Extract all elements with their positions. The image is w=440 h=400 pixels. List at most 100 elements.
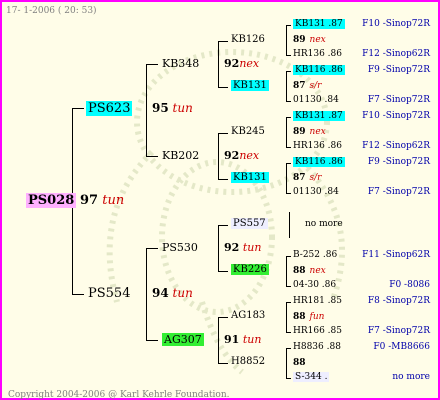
g4-id: H8836 .88 <box>293 342 341 352</box>
g4-tag: nex <box>309 127 326 137</box>
g4-origin: F8 -Sinop72R <box>367 296 430 306</box>
gp-num: 92 <box>224 149 240 162</box>
g4-origin: F11 -Sinop62R <box>362 250 430 260</box>
dam-num: 94 <box>152 286 169 300</box>
g4-node[interactable]: 87 s/r <box>293 81 321 91</box>
gp-id: PS530 <box>162 241 198 254</box>
g4-origin: F10 -Sinop72R <box>362 111 430 121</box>
connector <box>218 41 228 42</box>
ggp-node[interactable]: KB131 <box>231 172 269 183</box>
connector <box>218 317 228 318</box>
root-node[interactable]: PS028 <box>26 193 77 208</box>
g4-tag: s/r <box>309 173 322 183</box>
g4-node[interactable]: 88 <box>293 358 306 368</box>
sire-num: 95 <box>152 101 169 115</box>
sire-tag: tun <box>172 101 193 115</box>
g4-node[interactable]: 89 nex <box>293 127 326 137</box>
g4-node[interactable]: KB131 .87 <box>293 111 345 121</box>
g4-origin: F12 -Sinop62R <box>362 141 430 151</box>
gp-score: 92nex <box>224 57 259 70</box>
connector <box>218 225 219 271</box>
connector <box>286 25 287 55</box>
ggp-node[interactable]: AG183 <box>231 310 265 321</box>
g4-node[interactable]: 88 fun <box>293 312 324 322</box>
gp-node[interactable]: KB348 <box>162 57 199 70</box>
ggp-node[interactable]: KB245 <box>231 126 265 137</box>
g4-tag: fun <box>309 312 325 322</box>
gp-tag: tun <box>242 241 262 254</box>
g4-id: KB116 .86 <box>293 65 345 75</box>
gp-num: 92 <box>224 57 240 70</box>
g4-id: 04-30 .86 <box>293 280 337 290</box>
g4-node[interactable]: 01130 .84 <box>293 95 339 105</box>
g4-id: KB116 .86 <box>293 157 345 167</box>
gp-score: 92nex <box>224 149 259 162</box>
g4-node[interactable]: 88 nex <box>293 266 326 276</box>
g4-node[interactable]: HR166 .85 <box>293 326 342 336</box>
g4-id: no more <box>305 219 343 229</box>
g4-node[interactable]: 89 nex <box>293 35 326 45</box>
g4-node[interactable]: KB131 .87 <box>293 19 345 29</box>
g4-node[interactable]: H8836 .88 <box>293 342 341 352</box>
connector <box>286 348 291 349</box>
connector <box>146 156 158 157</box>
g4-id: KB131 .87 <box>293 111 345 121</box>
connector <box>286 193 291 194</box>
g4-node[interactable]: HR181 .85 <box>293 296 342 306</box>
g4-id: B-252 .86 <box>293 250 338 260</box>
connector <box>72 294 84 295</box>
connector <box>286 163 291 164</box>
gp-tag: nex <box>239 57 260 70</box>
gp-node[interactable]: PS530 <box>162 241 198 254</box>
g4-id: HR136 .86 <box>293 141 342 151</box>
ggp-id: KB126 <box>231 34 265 45</box>
g4-origin: F0 -MB8666 <box>373 342 430 352</box>
ggp-node[interactable]: KB131 <box>231 80 269 91</box>
gp-node[interactable]: AG307 <box>162 333 204 346</box>
gp-score: 91 tun <box>224 333 261 346</box>
g4-node[interactable]: no more <box>305 219 343 229</box>
connector <box>286 348 287 378</box>
connector <box>286 256 291 257</box>
gp-node[interactable]: KB202 <box>162 149 199 162</box>
g4-node[interactable]: HR136 .86 <box>293 49 342 59</box>
g4-tag: s/r <box>309 81 322 91</box>
g4-node[interactable]: HR136 .86 <box>293 141 342 151</box>
ggp-node[interactable]: KB126 <box>231 34 265 45</box>
g4-id: 88 <box>293 312 306 322</box>
g4-node[interactable]: B-252 .86 <box>293 250 337 260</box>
g4-node[interactable]: 87 s/r <box>293 173 321 183</box>
connector <box>72 108 84 109</box>
g4-node[interactable]: 01130 .84 <box>293 187 339 197</box>
connector <box>286 71 291 72</box>
ggp-node[interactable]: PS557 <box>231 218 268 229</box>
g4-node[interactable]: S-344 . <box>293 372 330 382</box>
g4-tag: nex <box>309 35 326 45</box>
root-id: PS028 <box>26 193 77 208</box>
connector <box>218 363 228 364</box>
ggp-node[interactable]: KB226 <box>231 264 269 275</box>
copyright: Copyright 2004-2006 @ Karl Kehrle Founda… <box>8 390 230 400</box>
g4-id: 88 <box>293 358 306 368</box>
g4-node[interactable]: 04-30 .86 <box>293 280 336 290</box>
sire-node[interactable]: PS623 <box>86 101 133 116</box>
gp-num: 92 <box>224 241 240 254</box>
dam-node[interactable]: PS554 <box>88 286 130 301</box>
ggp-id: H8852 <box>231 356 266 367</box>
g4-id: 87 <box>293 173 306 183</box>
g4-origin: no more <box>392 372 430 382</box>
g4-origin: F7 -Sinop72R <box>367 326 430 336</box>
connector <box>218 133 219 179</box>
sire-score: 95 tun <box>152 101 193 115</box>
gp-num: 91 <box>224 333 240 346</box>
ggp-id: KB131 <box>231 80 269 91</box>
g4-node[interactable]: KB116 .86 <box>293 65 345 75</box>
ggp-node[interactable]: H8852 <box>231 356 265 367</box>
connector <box>286 71 287 101</box>
dam-id: PS554 <box>88 286 131 301</box>
ggp-id: KB131 <box>231 172 269 183</box>
connector <box>218 87 228 88</box>
gp-score: 92 tun <box>224 241 261 254</box>
g4-node[interactable]: KB116 .86 <box>293 157 345 167</box>
connector <box>218 317 219 363</box>
